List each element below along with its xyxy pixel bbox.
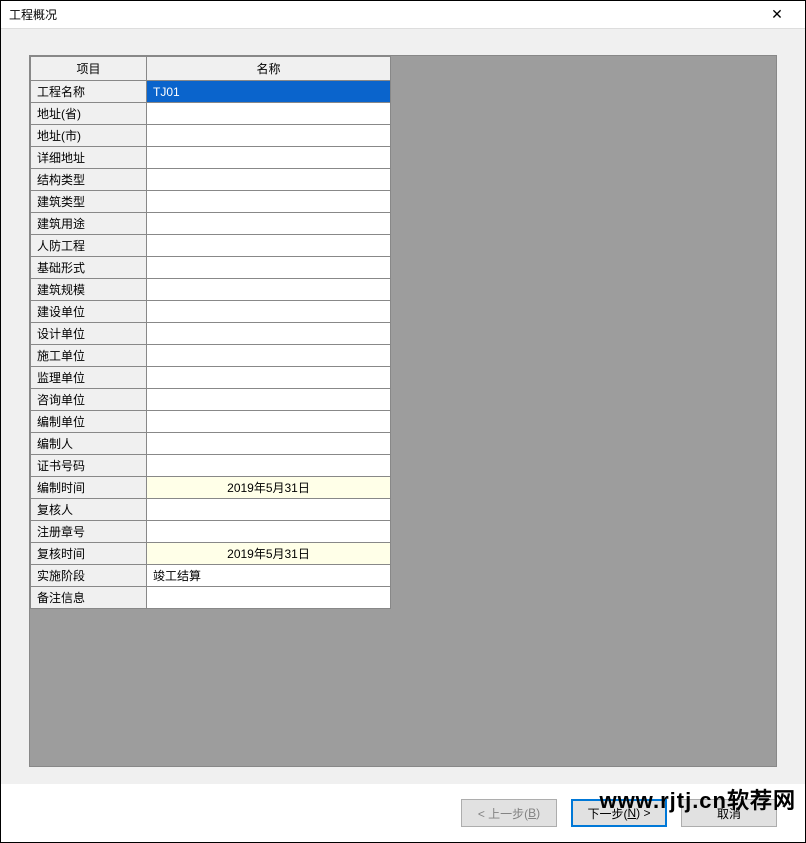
dialog-window: 工程概况 ✕ 项目 名称 工程名称TJ01地址(省)地址(市)详细地址结构类型建… (0, 0, 806, 843)
row-label: 基础形式 (31, 257, 147, 279)
back-button: < 上一步(B) (461, 799, 557, 827)
table-row[interactable]: 咨询单位 (31, 389, 391, 411)
row-label: 证书号码 (31, 455, 147, 477)
row-value[interactable] (147, 279, 391, 301)
row-label: 注册章号 (31, 521, 147, 543)
row-label: 咨询单位 (31, 389, 147, 411)
row-label: 结构类型 (31, 169, 147, 191)
row-label: 施工单位 (31, 345, 147, 367)
table-row[interactable]: 地址(市) (31, 125, 391, 147)
row-label: 地址(市) (31, 125, 147, 147)
row-label: 设计单位 (31, 323, 147, 345)
grid-container: 项目 名称 工程名称TJ01地址(省)地址(市)详细地址结构类型建筑类型建筑用途… (29, 55, 777, 767)
table-row[interactable]: 地址(省) (31, 103, 391, 125)
row-value[interactable] (147, 433, 391, 455)
row-label: 建筑规模 (31, 279, 147, 301)
table-row[interactable]: 建设单位 (31, 301, 391, 323)
watermark: www.rjtj.cn软荐网 (599, 783, 796, 815)
row-value[interactable]: 2019年5月31日 (147, 543, 391, 565)
header-col1: 项目 (31, 57, 147, 81)
row-value[interactable] (147, 411, 391, 433)
header-col2: 名称 (147, 57, 391, 81)
table-row[interactable]: 施工单位 (31, 345, 391, 367)
table-row[interactable]: 建筑用途 (31, 213, 391, 235)
row-label: 建筑用途 (31, 213, 147, 235)
close-icon[interactable]: ✕ (757, 1, 797, 29)
row-value[interactable] (147, 147, 391, 169)
table-row[interactable]: 建筑规模 (31, 279, 391, 301)
row-value[interactable] (147, 345, 391, 367)
row-label: 人防工程 (31, 235, 147, 257)
row-value[interactable] (147, 125, 391, 147)
row-label: 工程名称 (31, 81, 147, 103)
table-row[interactable]: 基础形式 (31, 257, 391, 279)
table-row[interactable]: 建筑类型 (31, 191, 391, 213)
row-value[interactable] (147, 389, 391, 411)
row-label: 编制人 (31, 433, 147, 455)
table-row[interactable]: 实施阶段竣工结算 (31, 565, 391, 587)
row-label: 监理单位 (31, 367, 147, 389)
row-value[interactable] (147, 103, 391, 125)
table-row[interactable]: 复核时间2019年5月31日 (31, 543, 391, 565)
table-row[interactable]: 备注信息 (31, 587, 391, 609)
properties-table: 项目 名称 工程名称TJ01地址(省)地址(市)详细地址结构类型建筑类型建筑用途… (30, 56, 391, 609)
table-row[interactable]: 监理单位 (31, 367, 391, 389)
row-value[interactable] (147, 367, 391, 389)
row-value[interactable] (147, 257, 391, 279)
row-value[interactable] (147, 499, 391, 521)
window-title: 工程概况 (9, 6, 757, 23)
row-label: 建设单位 (31, 301, 147, 323)
row-value[interactable] (147, 521, 391, 543)
row-value[interactable] (147, 323, 391, 345)
row-label: 复核时间 (31, 543, 147, 565)
table-row[interactable]: 设计单位 (31, 323, 391, 345)
row-label: 地址(省) (31, 103, 147, 125)
row-value[interactable] (147, 213, 391, 235)
row-value[interactable]: 2019年5月31日 (147, 477, 391, 499)
row-label: 实施阶段 (31, 565, 147, 587)
table-row[interactable]: 证书号码 (31, 455, 391, 477)
row-value[interactable] (147, 455, 391, 477)
table-row[interactable]: 编制时间2019年5月31日 (31, 477, 391, 499)
row-label: 详细地址 (31, 147, 147, 169)
row-label: 备注信息 (31, 587, 147, 609)
content-area: 项目 名称 工程名称TJ01地址(省)地址(市)详细地址结构类型建筑类型建筑用途… (1, 29, 805, 784)
row-value[interactable]: TJ01 (147, 81, 391, 103)
row-label: 建筑类型 (31, 191, 147, 213)
row-value[interactable] (147, 191, 391, 213)
table-row[interactable]: 编制人 (31, 433, 391, 455)
table-row[interactable]: 编制单位 (31, 411, 391, 433)
row-value[interactable] (147, 301, 391, 323)
table-row[interactable]: 人防工程 (31, 235, 391, 257)
table-row[interactable]: 结构类型 (31, 169, 391, 191)
row-label: 复核人 (31, 499, 147, 521)
table-row[interactable]: 注册章号 (31, 521, 391, 543)
row-value[interactable] (147, 169, 391, 191)
row-value[interactable] (147, 235, 391, 257)
table-row[interactable]: 复核人 (31, 499, 391, 521)
row-value[interactable]: 竣工结算 (147, 565, 391, 587)
row-label: 编制时间 (31, 477, 147, 499)
row-value[interactable] (147, 587, 391, 609)
table-row[interactable]: 详细地址 (31, 147, 391, 169)
table-row[interactable]: 工程名称TJ01 (31, 81, 391, 103)
titlebar: 工程概况 ✕ (1, 1, 805, 29)
table-header-row: 项目 名称 (31, 57, 391, 81)
row-label: 编制单位 (31, 411, 147, 433)
